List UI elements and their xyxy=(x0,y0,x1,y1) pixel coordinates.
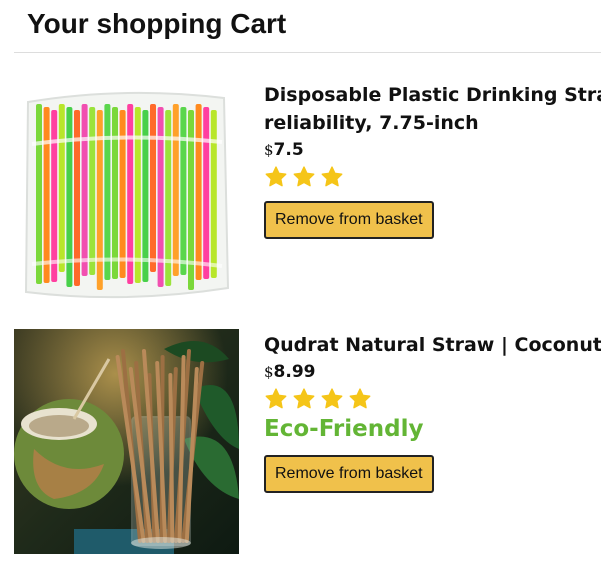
straw-shape xyxy=(180,107,187,275)
straw-shape xyxy=(43,107,50,283)
price-value: 7.5 xyxy=(273,140,304,160)
straw-shape xyxy=(119,110,126,278)
straw-shape xyxy=(112,107,118,279)
star-icon xyxy=(265,388,287,409)
product-rating xyxy=(264,165,601,189)
straw-shape xyxy=(51,110,58,282)
straw-shape xyxy=(150,104,156,272)
currency-symbol: $ xyxy=(264,363,274,381)
straw-shape xyxy=(104,104,111,280)
coconut-straws-image[interactable] xyxy=(14,329,239,554)
straw-shape xyxy=(172,104,179,276)
star-icon xyxy=(349,388,371,409)
straw-shape xyxy=(168,373,175,543)
header-divider xyxy=(14,52,601,53)
star-icon xyxy=(293,388,315,409)
straw-shape xyxy=(195,104,202,280)
cart-title: Your shopping Cart xyxy=(27,8,287,39)
product-info: Qudrat Natural Straw | Coconut $8.99 Eco… xyxy=(264,331,601,493)
product-info: Disposable Plastic Drinking Straws relia… xyxy=(264,81,601,239)
plastic-straws-image[interactable] xyxy=(14,84,234,304)
straw-shape xyxy=(36,104,42,284)
eco-friendly-tag: Eco-Friendly xyxy=(264,416,424,442)
star-icon xyxy=(293,166,315,187)
straw-shape xyxy=(134,107,141,283)
product-title-line-1: Disposable Plastic Drinking Straws xyxy=(264,84,601,106)
straw-shape xyxy=(210,110,217,278)
straw-shape xyxy=(203,107,210,279)
product-price: $7.5 xyxy=(264,138,601,162)
cart-item-plastic-straws: Disposable Plastic Drinking Straws relia… xyxy=(0,70,601,310)
straw-shape xyxy=(127,104,134,284)
shopping-cart-page: Your shopping Cart Disposable Plastic Dr… xyxy=(0,0,601,572)
star-icon xyxy=(265,166,287,187)
remove-from-basket-button[interactable]: Remove from basket xyxy=(264,455,434,493)
star-icon xyxy=(321,388,343,409)
product-title-line-1: Qudrat Natural Straw | Coconut xyxy=(264,334,601,356)
price-value: 8.99 xyxy=(273,362,316,382)
remove-from-basket-button[interactable]: Remove from basket xyxy=(264,201,434,239)
cart-item-coconut-straws: Qudrat Natural Straw | Coconut $8.99 Eco… xyxy=(0,329,601,554)
product-rating xyxy=(264,387,601,411)
star-icon xyxy=(321,166,343,187)
straw-shape xyxy=(58,104,65,272)
product-title-line-2: reliability, 7.75-inch xyxy=(264,112,479,134)
straw-shape xyxy=(89,107,96,275)
product-price: $8.99 xyxy=(264,360,601,384)
straw-shape xyxy=(81,104,88,276)
currency-symbol: $ xyxy=(264,141,274,159)
